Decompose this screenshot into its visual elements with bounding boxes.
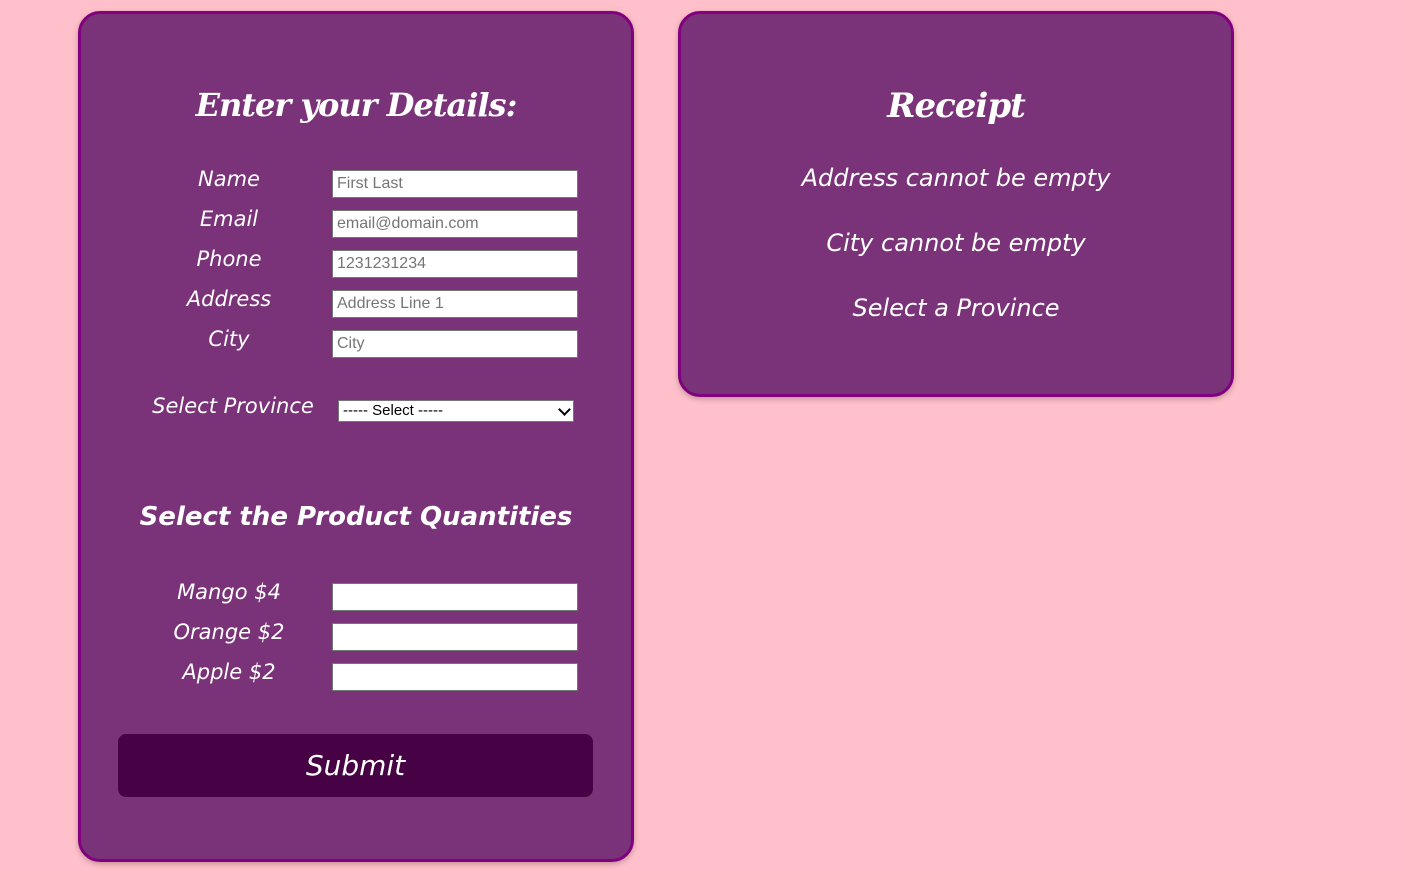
chevron-down-icon	[558, 403, 571, 416]
address-input[interactable]	[332, 290, 578, 318]
email-label: Email	[199, 207, 259, 231]
receipt-panel: Receipt Address cannot be empty City can…	[678, 11, 1234, 397]
phone-label: Phone	[196, 247, 262, 271]
province-select[interactable]: ----- Select -----	[338, 400, 574, 422]
name-label: Name	[198, 167, 260, 191]
province-selected-value: ----- Select -----	[343, 402, 443, 419]
address-label: Address	[186, 287, 272, 311]
mango-quantity-input[interactable]	[332, 583, 578, 611]
form-title: Enter your Details:	[195, 86, 518, 124]
orange-label: Orange $2	[173, 620, 285, 644]
receipt-error-address: Address cannot be empty	[801, 164, 1111, 192]
city-input[interactable]	[332, 330, 578, 358]
city-label: City	[208, 327, 250, 351]
apple-quantity-input[interactable]	[332, 663, 578, 691]
mango-label: Mango $4	[177, 580, 281, 604]
apple-label: Apple $2	[182, 660, 276, 684]
submit-button[interactable]: Submit	[118, 734, 593, 797]
email-input[interactable]	[332, 210, 578, 238]
orange-quantity-input[interactable]	[332, 623, 578, 651]
details-form-panel: Enter your Details: Name Email Phone Add…	[78, 11, 634, 862]
phone-input[interactable]	[332, 250, 578, 278]
receipt-error-province: Select a Province	[852, 294, 1060, 322]
name-input[interactable]	[332, 170, 578, 198]
products-title: Select the Product Quantities	[139, 502, 573, 532]
receipt-title: Receipt	[887, 86, 1026, 126]
province-label: Select Province	[152, 394, 314, 418]
receipt-error-city: City cannot be empty	[826, 229, 1086, 257]
